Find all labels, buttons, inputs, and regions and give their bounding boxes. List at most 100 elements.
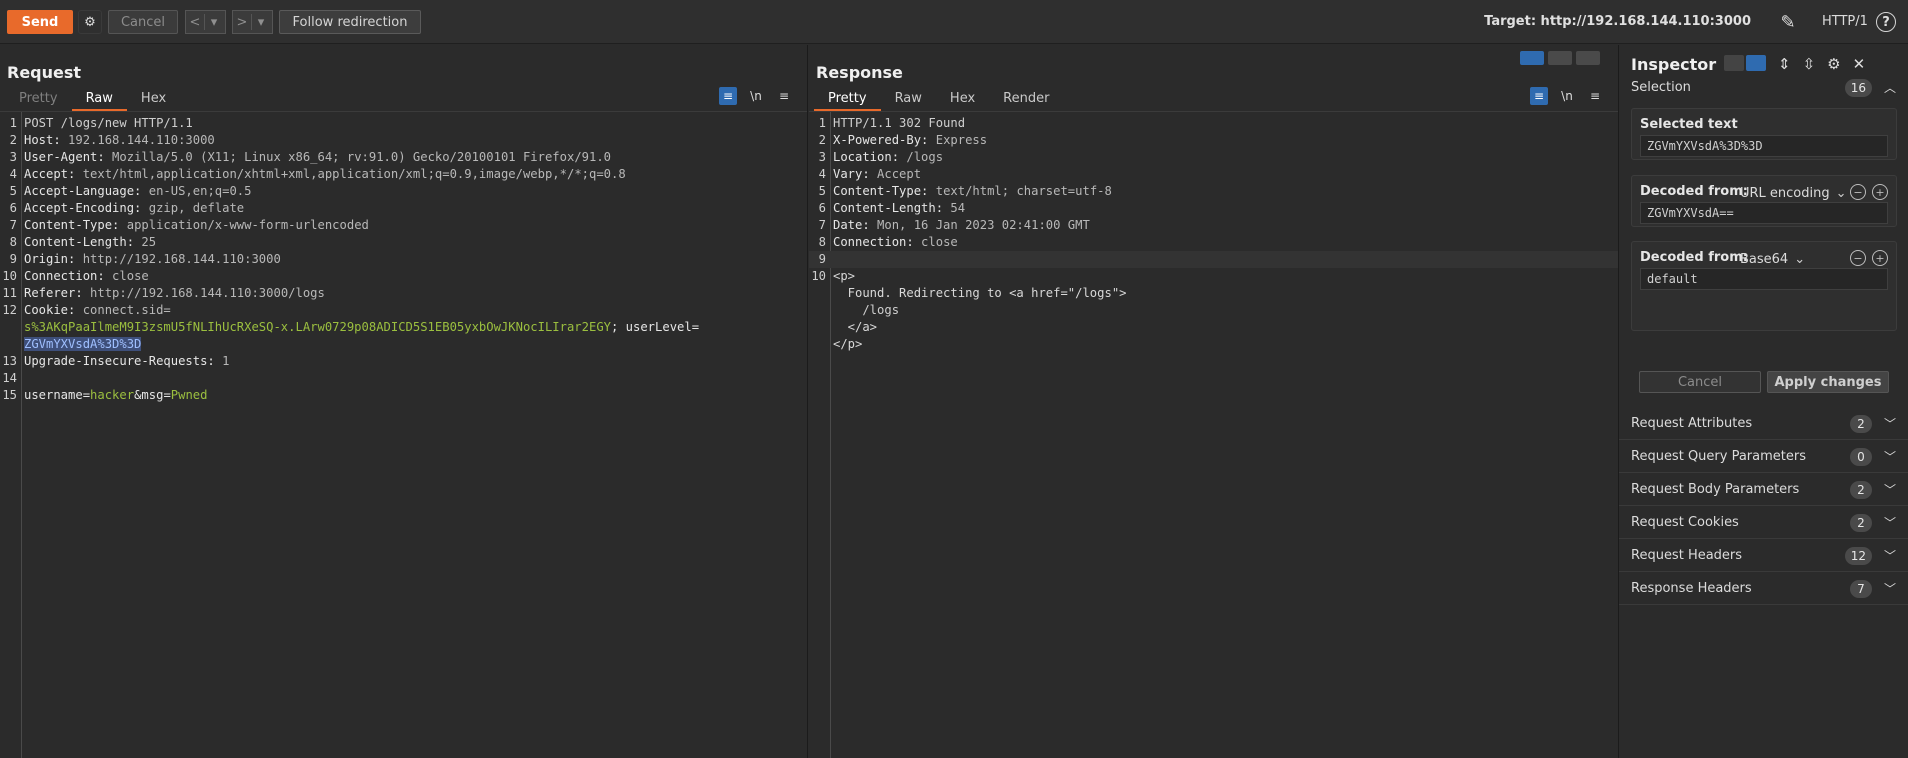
- send-button[interactable]: Send: [7, 10, 73, 34]
- chevron-down-icon[interactable]: ﹀: [1884, 547, 1896, 564]
- forward-nav[interactable]: > ▾: [232, 10, 273, 34]
- selection-section[interactable]: Selection 16 ︿: [1619, 68, 1908, 108]
- code-line: 13 Upgrade-Insecure-Requests: 1: [0, 353, 807, 370]
- selected-text-field[interactable]: ZGVmYXVsdA%3D%3D: [1640, 135, 1888, 157]
- code-text: User-Agent: Mozilla/5.0 (X11; Linux x86_…: [24, 149, 611, 166]
- wrap-lines-icon[interactable]: ≡: [719, 87, 737, 105]
- tab-hex[interactable]: Hex: [127, 87, 180, 111]
- code-line: 3 Location: /logs: [809, 149, 1618, 166]
- line-number: 6: [9, 201, 17, 215]
- section-count: 7: [1850, 580, 1872, 598]
- header-name: Host:: [24, 133, 61, 147]
- header-value: 192.168.144.110:3000: [60, 133, 215, 147]
- param-value: hacker: [90, 388, 135, 402]
- header-value: 25: [134, 235, 157, 249]
- inspector-section[interactable]: Request Headers 12 ﹀: [1619, 539, 1908, 572]
- menu-icon[interactable]: ≡: [775, 87, 793, 105]
- line-number: 3: [9, 150, 17, 164]
- dropdown-icon[interactable]: ▾: [252, 15, 270, 30]
- decoded-base64-field[interactable]: default: [1640, 268, 1888, 290]
- follow-redirection-button[interactable]: Follow redirection: [279, 10, 421, 34]
- tab-pretty[interactable]: Pretty: [5, 87, 72, 111]
- section-count: 2: [1850, 481, 1872, 499]
- encoding-dropdown[interactable]: Base64 ⌄: [1740, 249, 1805, 269]
- line-number: 4: [818, 167, 826, 181]
- request-panel: Request Pretty Raw Hex ≡ \n ≡ 1 POST /log…: [0, 45, 808, 758]
- code-line: 1 HTTP/1.1 302 Found: [809, 115, 1618, 132]
- inspector-section[interactable]: Request Cookies 2 ﹀: [1619, 506, 1908, 539]
- code-text: </a>: [833, 320, 878, 334]
- apply-changes-button[interactable]: Apply changes: [1767, 371, 1889, 393]
- inspector-section[interactable]: Request Attributes 2 ﹀: [1619, 407, 1908, 440]
- code-line: Found. Redirecting to <a href="/logs">: [809, 285, 1618, 302]
- wrap-lines-icon[interactable]: ≡: [1530, 87, 1548, 105]
- section-label: Request Cookies: [1631, 515, 1739, 530]
- code-text: Upgrade-Insecure-Requests: 1: [24, 353, 229, 370]
- remove-icon[interactable]: −: [1850, 184, 1866, 200]
- header-name: Connection:: [833, 235, 914, 249]
- param-name: username: [24, 388, 83, 402]
- chevron-down-icon[interactable]: ﹀: [1884, 514, 1896, 531]
- tab-raw[interactable]: Raw: [881, 87, 936, 111]
- tab-pretty[interactable]: Pretty: [814, 87, 881, 111]
- response-editor[interactable]: 1 HTTP/1.1 302 Found 2 X-Powered-By: Expres…: [809, 111, 1618, 758]
- code-text: Content-Type: text/html; charset=utf-8: [833, 183, 1112, 200]
- single-layout-icon[interactable]: [1576, 51, 1600, 65]
- code-text: HTTP/1.1 302 Found: [833, 116, 966, 130]
- code-line: 5 Content-Type: text/html; charset=utf-8: [809, 183, 1618, 200]
- code-text: Content-Length: 54: [833, 200, 965, 217]
- encoding-dropdown[interactable]: URL encoding ⌄: [1740, 183, 1847, 203]
- param-name: msg: [141, 388, 164, 402]
- line-number: 2: [818, 133, 826, 147]
- chevron-down-icon[interactable]: ﹀: [1884, 580, 1896, 597]
- code-text: POST /logs/new HTTP/1.1: [24, 116, 193, 130]
- add-icon[interactable]: +: [1872, 250, 1888, 266]
- stack-layout-icon[interactable]: [1548, 51, 1572, 65]
- tab-render[interactable]: Render: [989, 87, 1063, 111]
- decoded-url-field[interactable]: ZGVmYXVsdA==: [1640, 202, 1888, 224]
- section-label: Request Attributes: [1631, 416, 1753, 431]
- remove-icon[interactable]: −: [1850, 250, 1866, 266]
- code-line: 5 Accept-Language: en-US,en;q=0.5: [0, 183, 807, 200]
- newline-icon[interactable]: \n: [747, 87, 765, 105]
- inspector-section[interactable]: Response Headers 7 ﹀: [1619, 572, 1908, 605]
- tab-raw[interactable]: Raw: [71, 87, 127, 111]
- newline-icon[interactable]: \n: [1558, 87, 1576, 105]
- code-text: Accept-Encoding: gzip, deflate: [24, 200, 244, 217]
- settings-gear-icon[interactable]: ⚙: [78, 10, 102, 34]
- header-name: User-Agent:: [24, 150, 105, 164]
- request-title: Request: [7, 63, 82, 82]
- help-icon[interactable]: ?: [1876, 12, 1896, 32]
- cancel-button[interactable]: Cancel: [1639, 371, 1761, 393]
- line-number: 8: [9, 235, 17, 249]
- menu-icon[interactable]: ≡: [1586, 87, 1604, 105]
- header-value: Mozilla/5.0 (X11; Linux x86_64; rv:91.0)…: [104, 150, 612, 164]
- add-icon[interactable]: +: [1872, 184, 1888, 200]
- line-number: 1: [9, 116, 17, 130]
- code-line: 10 Connection: close: [0, 268, 807, 285]
- chevron-left-icon[interactable]: <: [186, 15, 204, 30]
- code-text: Host: 192.168.144.110:3000: [24, 132, 215, 149]
- chevron-down-icon[interactable]: ﹀: [1884, 415, 1896, 432]
- code-text: <p>: [833, 269, 856, 283]
- tab-hex[interactable]: Hex: [936, 87, 989, 111]
- header-name: Location:: [833, 150, 900, 164]
- chevron-right-icon[interactable]: >: [233, 15, 251, 30]
- edit-pencil-icon[interactable]: ✎: [1776, 12, 1800, 33]
- dropdown-icon[interactable]: ▾: [205, 15, 223, 30]
- back-nav[interactable]: < ▾: [185, 10, 226, 34]
- chevron-down-icon[interactable]: ﹀: [1884, 481, 1896, 498]
- code-line: 15 username=hacker&msg=Pwned: [0, 387, 807, 404]
- inspector-section[interactable]: Request Query Parameters 0 ﹀: [1619, 440, 1908, 473]
- chevron-down-icon[interactable]: ﹀: [1884, 448, 1896, 465]
- cancel-button[interactable]: Cancel: [108, 10, 178, 34]
- protocol-label[interactable]: HTTP/1: [1822, 14, 1868, 29]
- request-editor[interactable]: 1 POST /logs/new HTTP/1.1 2 Host: 192.168.1…: [0, 111, 807, 758]
- inspector-panel: Inspector ⇕ ⇳ ⚙ ✕ Selection 16 ︿ Selecte…: [1619, 45, 1908, 758]
- split-layout-icon[interactable]: [1520, 51, 1544, 65]
- chevron-up-icon[interactable]: ︿: [1884, 79, 1896, 96]
- inspector-section[interactable]: Request Body Parameters 2 ﹀: [1619, 473, 1908, 506]
- code-text: /logs: [833, 303, 900, 317]
- decoded-label: Decoded from:: [1640, 250, 1748, 265]
- code-text: Date: Mon, 16 Jan 2023 02:41:00 GMT: [833, 217, 1090, 234]
